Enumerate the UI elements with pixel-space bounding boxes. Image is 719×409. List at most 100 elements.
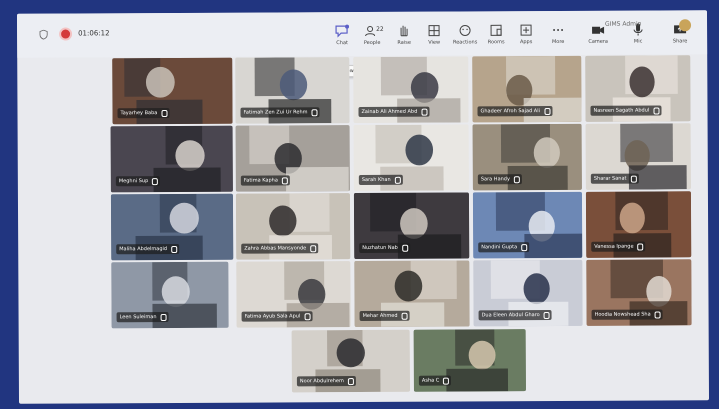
mic-icon [401, 244, 408, 252]
mic-icon [513, 176, 520, 184]
mic-icon [347, 378, 354, 386]
apps-button[interactable]: Apps [511, 23, 541, 53]
hand-icon [400, 25, 408, 37]
participant-name: Sharar Sanat [590, 173, 639, 184]
people-label: People [363, 39, 381, 46]
mic-icon [394, 176, 401, 184]
participant-tile[interactable]: Zahra Abbas Mansyonde [235, 193, 351, 260]
camera-label: Camera [588, 38, 608, 45]
participant-name: Fatima Kapha [240, 175, 290, 186]
participant-tile[interactable]: Hoodia Nowshead Sha [586, 259, 692, 326]
mic-icon [281, 177, 288, 185]
shield-icon [39, 29, 48, 40]
recording-indicator [61, 29, 71, 39]
participant-tile[interactable]: Nuzhatun Nab [353, 192, 470, 260]
participant-name: Mehar Ahmed [359, 310, 410, 322]
participant-tile[interactable]: Nandini Gupta [472, 191, 583, 259]
meeting-toolbar: 01:06:12 Chat 22 People Raise View React… [16, 10, 708, 58]
participant-tile[interactable]: Asha C [413, 329, 526, 392]
chat-button[interactable]: Chat [327, 24, 357, 54]
participant-tile[interactable]: Sharar Sanat [585, 123, 691, 190]
participant-name: Nuzhatun Nab [359, 242, 410, 254]
participant-name: Sarah Khan [358, 174, 403, 186]
teams-meeting-window: 01:06:12 Chat 22 People Raise View React… [16, 10, 710, 404]
mic-icon [543, 312, 550, 320]
mic-label: Mic [633, 38, 643, 45]
participant-name: Ghadeer Afroh Sajad Ali [477, 106, 553, 117]
mic-icon [521, 244, 528, 252]
participant-tile[interactable]: Vanessa Ipange [585, 191, 692, 258]
participant-name: Nandini Gupta [478, 242, 530, 253]
participant-tile[interactable]: Fatima Ayub Sala Apul [236, 261, 351, 328]
mic-icon [160, 314, 167, 322]
participant-name: Nasreen Sagath Abdul [590, 105, 662, 116]
reactions-button[interactable]: Reactions [450, 23, 480, 53]
participant-name: Meghni Sup [115, 176, 161, 187]
camera-icon [592, 26, 605, 34]
apps-label: Apps [519, 39, 533, 46]
participant-name: Zainab Ali Ahmed Abd [358, 106, 430, 118]
signed-in-user: GIMS Admin [605, 20, 642, 28]
more-icon [553, 28, 564, 31]
participant-name: Maliha Abdelmagid [116, 243, 180, 255]
participant-name: Fatimah Zen Zui Ur Rehm [240, 107, 320, 118]
participant-name: Dua Eleen Abdul Gharo [478, 310, 552, 321]
meeting-timer: 01:06:12 [78, 29, 110, 38]
mic-icon [171, 245, 178, 254]
participant-tile[interactable]: Mehar Ahmed [354, 260, 470, 328]
mic-icon [443, 377, 450, 385]
participant-tile[interactable]: Ghadeer Afroh Sajad Ali [472, 55, 582, 123]
view-icon [428, 25, 440, 37]
participant-tile[interactable]: Dua Eleen Abdul Gharo [473, 259, 583, 327]
raise-hand-button[interactable]: Raise [389, 24, 419, 54]
mic-icon [152, 178, 159, 186]
mic-icon [310, 245, 317, 253]
mic-icon [304, 313, 311, 321]
participant-name: Tayarhey Baba [117, 108, 170, 119]
chat-icon [335, 24, 350, 38]
participant-tile[interactable]: Meghni Sup [110, 125, 233, 193]
rooms-icon [490, 24, 502, 36]
share-label: Share [672, 38, 688, 45]
mic-icon [637, 243, 644, 251]
people-button[interactable]: 22 People [357, 24, 387, 54]
participant-tile[interactable]: Tayarhey Baba [112, 57, 233, 125]
people-count-badge: 22 [376, 25, 384, 33]
avatar[interactable] [679, 19, 692, 32]
participant-tile[interactable]: Leen Suleiman [111, 261, 229, 329]
mic-icon [311, 109, 318, 117]
mic-icon [543, 108, 551, 116]
participant-name: Sara Handy [477, 174, 522, 185]
participant-tile[interactable]: Noor Abdulrehem [291, 329, 410, 393]
participant-name: Hoodia Nowshead Sha [591, 309, 663, 320]
participant-name: Fatima Ayub Sala Apul [241, 311, 313, 322]
apps-icon [520, 24, 532, 36]
raise-label: Raise [397, 39, 411, 46]
participant-tile[interactable]: Sara Handy [472, 123, 582, 191]
participant-name: Leen Suleiman [116, 312, 169, 323]
mic-icon [161, 110, 168, 118]
rooms-button[interactable]: Rooms [481, 23, 511, 53]
participant-tile[interactable]: Zainab Ali Ahmed Abd [353, 56, 469, 124]
rooms-label: Rooms [487, 39, 505, 46]
view-label: View [428, 39, 441, 46]
more-button[interactable]: More [543, 23, 573, 53]
participant-tile[interactable]: Sarah Khan [353, 124, 469, 192]
monitor-frame: 01:06:12 Chat 22 People Raise View React… [0, 0, 719, 409]
participant-tile[interactable]: Fatima Kapha [235, 125, 350, 192]
reactions-icon [459, 24, 471, 36]
participant-name: Asha C [418, 375, 452, 386]
more-label: More [551, 38, 565, 46]
mic-icon [630, 175, 637, 183]
chat-label: Chat [336, 40, 349, 47]
view-button[interactable]: View [419, 24, 449, 54]
participant-name: Vanessa Ipange [591, 241, 646, 252]
participant-tile[interactable]: Maliha Abdelmagid [110, 193, 234, 261]
mic-icon [401, 312, 408, 320]
participant-name: Noor Abdulrehem [296, 376, 356, 387]
participant-tile[interactable]: Fatimah Zen Zui Ur Rehm [235, 57, 350, 124]
mic-icon [421, 108, 428, 116]
participant-tile[interactable]: Nasreen Sagath Abdul [585, 55, 691, 122]
reactions-label: Reactions [452, 39, 478, 46]
mic-icon [654, 311, 661, 319]
